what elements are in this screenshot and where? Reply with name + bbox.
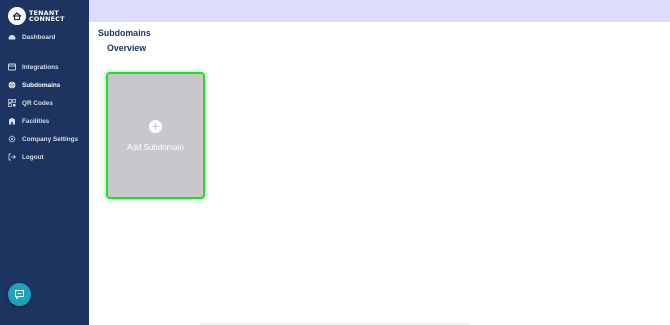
sidebar-item-dashboard[interactable]: Dashboard	[8, 31, 55, 43]
sidebar-item-label: Dashboard	[22, 33, 56, 41]
sidebar-item-label: Logout	[22, 153, 44, 161]
gear-icon	[8, 135, 16, 143]
sidebar-item-subdomains[interactable]: Subdomains	[8, 79, 60, 91]
brand-logo[interactable]: TENANT CONNECT	[8, 7, 65, 25]
bottom-shadow	[200, 321, 470, 325]
chat-support-button[interactable]	[8, 283, 31, 306]
sidebar-item-company-settings[interactable]: Company Settings	[8, 133, 78, 145]
house-logo-icon	[8, 7, 26, 25]
sidebar-item-integrations[interactable]: Integrations	[8, 61, 59, 73]
add-subdomain-card[interactable]: Add Subdomain	[106, 72, 205, 199]
sidebar-item-label: Company Settings	[22, 135, 79, 143]
sidebar-item-logout[interactable]: Logout	[8, 151, 44, 163]
plus-icon	[149, 120, 162, 133]
add-subdomain-label: Add Subdomain	[127, 143, 184, 152]
globe-icon	[8, 81, 16, 89]
chat-icon	[15, 290, 24, 300]
top-bar	[89, 0, 670, 22]
sidebar-item-label: Subdomains	[22, 81, 61, 89]
sidebar-item-qr-codes[interactable]: QR Codes	[8, 97, 53, 109]
page-title: Subdomains	[98, 28, 151, 38]
sidebar-item-facilities[interactable]: Facilities	[8, 115, 49, 127]
sidebar: TENANT CONNECT Dashboard Integrations Su…	[0, 0, 89, 325]
qr-code-icon	[8, 99, 16, 107]
sidebar-item-label: Facilities	[22, 117, 50, 125]
building-icon	[9, 117, 15, 125]
sidebar-item-label: Integrations	[22, 63, 59, 71]
brand-name: TENANT CONNECT	[29, 8, 65, 23]
dashboard-icon	[8, 34, 16, 40]
section-title: Overview	[107, 43, 147, 53]
logout-icon	[8, 153, 16, 161]
integrations-icon	[8, 63, 16, 71]
sidebar-item-label: QR Codes	[22, 99, 53, 107]
